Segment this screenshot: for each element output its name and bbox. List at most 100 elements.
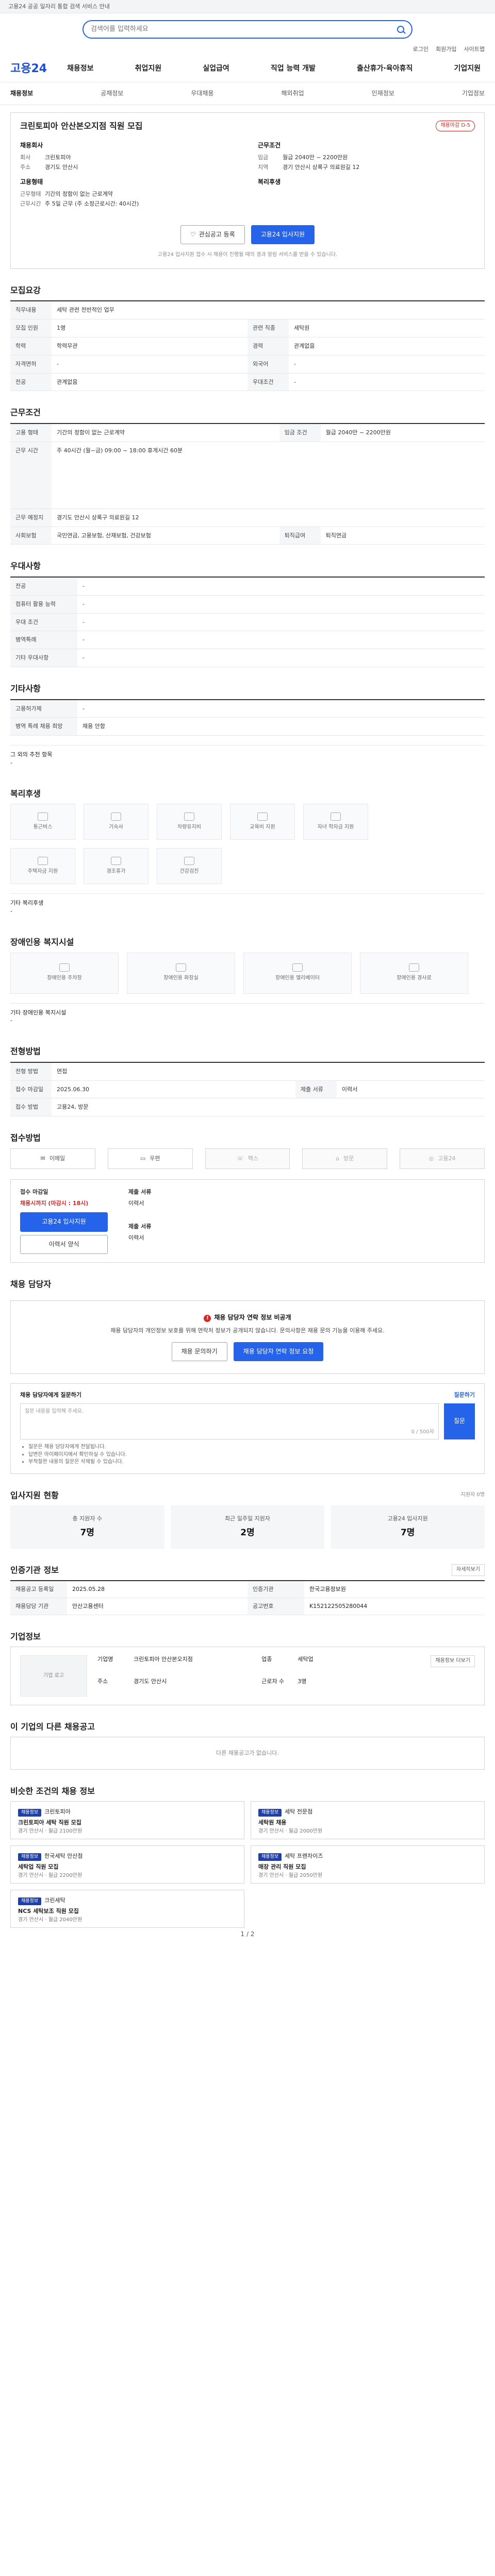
table-value: - bbox=[77, 649, 485, 668]
company-more-button[interactable]: 채용정보 더보기 bbox=[431, 1655, 475, 1667]
table-row: 전형 방법 면접 bbox=[10, 1062, 485, 1081]
subnav-item-company[interactable]: 기업정보 bbox=[462, 89, 485, 98]
subnav-item-public[interactable]: 공채정보 bbox=[101, 89, 123, 98]
table-key: 우대조건 bbox=[248, 373, 289, 392]
search-input[interactable] bbox=[91, 24, 393, 35]
similar-pagination[interactable]: 1 / 2 bbox=[10, 1930, 485, 1939]
subnav-item-jobs[interactable]: 채용정보 bbox=[10, 89, 33, 98]
util-signup[interactable]: 회원가입 bbox=[436, 45, 456, 56]
table-key: 접수 마감일 bbox=[10, 1080, 52, 1099]
gnb-item-unemployment[interactable]: 실업급여 bbox=[203, 63, 229, 74]
table-key: 관련 직종 bbox=[248, 319, 289, 337]
company-row-value: 경기도 안산시 bbox=[45, 163, 78, 171]
scrap-button-label: 관심공고 등록 bbox=[199, 230, 235, 238]
heart-icon: ♡ bbox=[190, 230, 196, 238]
employment-row-key: 근무형태 bbox=[20, 190, 41, 197]
stat-item: 최근 일주일 지원자 2명 bbox=[170, 1505, 325, 1549]
gnb-item-training[interactable]: 직업 능력 개발 bbox=[271, 63, 316, 74]
book-icon bbox=[257, 812, 268, 821]
other-jobs-empty: 다른 채용공고가 없습니다. bbox=[10, 1737, 485, 1770]
welfare-etc-value: - bbox=[10, 908, 12, 915]
apply-deadline-col: 접수 마감일 채용시까지 (마감시 : 18시) 고용24 입사지원 이력서 양… bbox=[20, 1188, 113, 1255]
table-key: 고용허가제 bbox=[10, 699, 77, 718]
mgmt-detail-button[interactable]: 자세히보기 bbox=[452, 1564, 485, 1576]
site-logo[interactable]: 고용24 bbox=[10, 61, 67, 77]
gnb-item-jobs[interactable]: 채용정보 bbox=[67, 63, 94, 74]
grid-value: K152122505280044 bbox=[304, 1598, 485, 1615]
disabled-etc-value: - bbox=[10, 1017, 12, 1024]
gnb-item-parental-leave[interactable]: 출산휴가·육아휴직 bbox=[357, 63, 412, 74]
contact-inquiry-button[interactable]: 채용 문의하기 bbox=[171, 1342, 227, 1362]
table-value: 이력서 bbox=[336, 1080, 485, 1099]
top-notice-bar: 고용24 공공 일자리 통합 검색 서비스 안내 bbox=[0, 0, 495, 13]
table-value: 관계없음 bbox=[289, 337, 485, 355]
stat-value: 7명 bbox=[80, 1528, 95, 1538]
similar-job-card[interactable]: 채용정보 크린토피아 크린토피아 세탁 직원 모집 경기 안산시 · 월급 2100만… bbox=[10, 1801, 244, 1840]
disabled-facility-icons: 장애인용 주차장 장애인용 화장실 장애인용 엘리베이터 장애인용 경사로 bbox=[10, 952, 485, 994]
similar-badge: 채용정보 bbox=[18, 1897, 42, 1906]
gnb-item-company-support[interactable]: 기업지원 bbox=[454, 63, 481, 74]
search-icon[interactable] bbox=[397, 26, 404, 33]
inquiry-title: 채용 담당자에게 질문하기 bbox=[20, 1392, 81, 1399]
similar-jobs-title: 비슷한 조건의 채용 정보 bbox=[10, 1786, 95, 1797]
table-value: - bbox=[77, 577, 485, 596]
table-key: 제출 서류 bbox=[295, 1080, 337, 1099]
inquiry-textarea[interactable]: 질문 내용을 입력해 주세요. 0 / 500자 bbox=[20, 1403, 439, 1440]
resume-form-button[interactable]: 이력서 양식 bbox=[20, 1234, 108, 1255]
subnav-item-preferred[interactable]: 우대채용 bbox=[191, 89, 213, 98]
stat-value: 2명 bbox=[240, 1528, 255, 1538]
similar-job-card[interactable]: 채용정보 세탁 프랜차이즈 매장 관리 직원 모집 경기 안산시 · 월급 2050만… bbox=[251, 1845, 485, 1884]
method-label: 이메일 bbox=[49, 1155, 65, 1162]
apply-box: 접수 마감일 채용시까지 (마감시 : 18시) 고용24 입사지원 이력서 양… bbox=[10, 1179, 485, 1263]
ramp-icon bbox=[409, 963, 419, 972]
table-key: 경력 bbox=[248, 337, 289, 355]
company-info: 기업명 크린토피아 안산본오지점 업종 세탁업 주소 경기도 안산시 근로자 수 3명 bbox=[97, 1655, 420, 1697]
table-key: 기타 우대사항 bbox=[10, 649, 77, 668]
stat-label: 최근 일주일 지원자 bbox=[225, 1515, 270, 1522]
disabled-etc-heading: 기타 장애인용 복지시설 bbox=[10, 1009, 67, 1016]
company-value: 크린토피아 안산본오지점 bbox=[134, 1656, 193, 1663]
welfare-etc: 기타 복리후생 - bbox=[10, 893, 485, 921]
similar-job-card[interactable]: 채용정보 한국세탁 안산점 세탁업 직원 모집 경기 안산시 · 월급 2200만원 bbox=[10, 1845, 244, 1884]
util-sitemap[interactable]: 사이트맵 bbox=[464, 45, 485, 56]
subnav-item-overseas[interactable]: 해외취업 bbox=[281, 89, 304, 98]
welfare-item: 기숙사 bbox=[84, 804, 148, 840]
fax-icon: ☏ bbox=[236, 1155, 244, 1162]
inquiry-submit-button[interactable]: 질문 bbox=[444, 1403, 475, 1440]
bus-icon bbox=[38, 812, 48, 821]
grid-key: 채용공고 등록일 bbox=[10, 1581, 67, 1598]
table-value: 2025.06.30 bbox=[52, 1080, 295, 1099]
company-value: 경기도 안산시 bbox=[134, 1678, 167, 1685]
similar-job-card[interactable]: 채용정보 세탁 전문점 세탁원 채용 경기 안산시 · 월급 2000만원 bbox=[251, 1801, 485, 1840]
inquiry-tips: 질문은 채용 담당자에게 전달됩니다. 답변은 마이페이지에서 확인하실 수 있… bbox=[20, 1444, 475, 1466]
car-icon bbox=[184, 812, 194, 821]
process-table: 전형 방법 면접 접수 마감일 2025.06.30 제출 서류 이력서 접수 방법 고용… bbox=[10, 1061, 485, 1117]
similar-meta: 경기 안산시 · 월급 2050만원 bbox=[258, 1873, 323, 1879]
disabled-facility-title: 장애인용 복지시설 bbox=[10, 937, 74, 947]
table-key: 전형 방법 bbox=[10, 1062, 52, 1081]
inquiry-link[interactable]: 질문하기 bbox=[454, 1391, 475, 1399]
method-label: 고용24 bbox=[438, 1155, 456, 1162]
scrap-button[interactable]: ♡ 관심공고 등록 bbox=[180, 225, 245, 245]
table-key: 병역특례 bbox=[10, 631, 77, 650]
apply-docs-heading-2: 제출 서류 bbox=[128, 1223, 152, 1230]
similar-company: 세탁 프랜차이즈 bbox=[285, 1853, 323, 1860]
method-label: 방문 bbox=[343, 1155, 354, 1162]
welfare-summary: 복리후생 bbox=[258, 178, 475, 209]
house-icon bbox=[111, 812, 121, 821]
gnb-item-support[interactable]: 취업지원 bbox=[135, 63, 162, 74]
stat-item: 고용24 입사지원 7명 bbox=[331, 1505, 485, 1549]
apply-box-apply-button[interactable]: 고용24 입사지원 bbox=[20, 1212, 108, 1232]
apply-button[interactable]: 고용24 입사지원 bbox=[251, 225, 315, 245]
table-key: 사회보험 bbox=[10, 527, 52, 545]
similar-job-card[interactable]: 채용정보 크린세탁 NCS 세탁보조 직원 모집 경기 안산시 · 월급 2040만원 bbox=[10, 1890, 244, 1928]
subnav-item-talent[interactable]: 인재정보 bbox=[372, 89, 394, 98]
table-row: 근무 예정지 경기도 안산시 상록구 의료원길 12 bbox=[10, 509, 485, 527]
grid-value: 안산고용센터 bbox=[67, 1598, 248, 1615]
util-login[interactable]: 로그인 bbox=[413, 45, 428, 56]
method-label: 우편 bbox=[150, 1155, 160, 1162]
search-box[interactable] bbox=[82, 20, 412, 39]
table-value: - bbox=[77, 595, 485, 614]
similar-jobs-grid: 채용정보 크린토피아 크린토피아 세탁 직원 모집 경기 안산시 · 월급 2100만… bbox=[10, 1801, 485, 1928]
contact-request-button[interactable]: 채용 담당자 연락 정보 요청 bbox=[233, 1342, 324, 1362]
